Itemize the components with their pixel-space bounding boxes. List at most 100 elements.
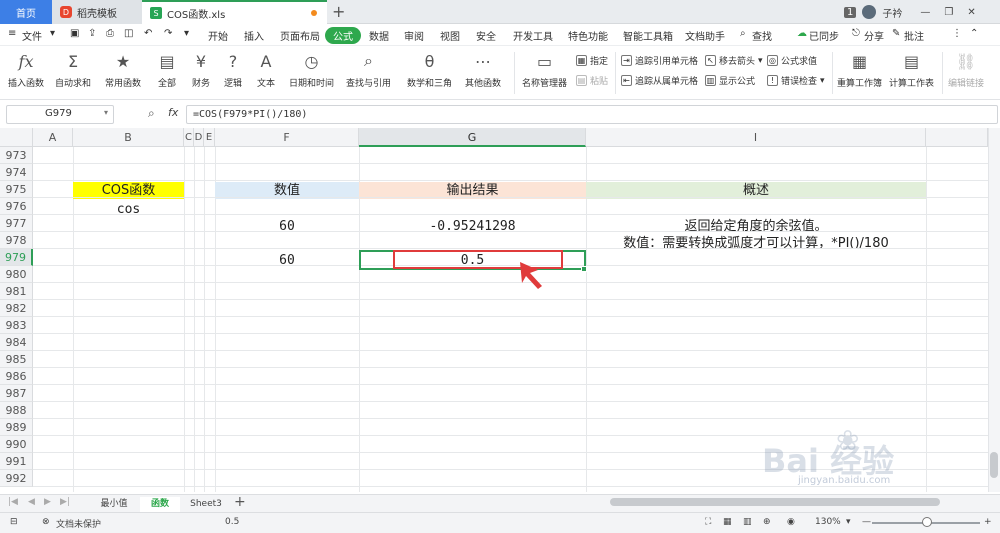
menu-view[interactable]: 视图	[440, 28, 460, 43]
row-header-980[interactable]: 980	[0, 266, 33, 283]
menu-insert[interactable]: 插入	[244, 28, 264, 43]
menu-page-layout[interactable]: 页面布局	[280, 28, 320, 43]
lookup-button[interactable]: ⌕ 查找与引用	[346, 50, 391, 89]
edit-links-button[interactable]: ⛓ 编辑链接	[948, 50, 984, 90]
collapse-ribbon-icon[interactable]: ⌃	[970, 28, 978, 39]
page-layout-icon[interactable]: ▥	[743, 517, 752, 527]
restore-icon[interactable]: ❐	[944, 7, 953, 18]
column-header-C[interactable]: C	[184, 128, 194, 147]
window-count-badge[interactable]: 1	[844, 6, 857, 18]
chevron-down-icon[interactable]: ▾	[104, 108, 108, 117]
avatar[interactable]	[862, 5, 877, 19]
row-header-985[interactable]: 985	[0, 351, 33, 368]
menu-doc-assistant[interactable]: 文档助手	[685, 28, 725, 43]
math-button[interactable]: θ 数学和三角	[407, 50, 452, 90]
more-icon[interactable]: ▾	[184, 28, 189, 39]
row-header-990[interactable]: 990	[0, 436, 33, 453]
menu-developer[interactable]: 开发工具	[513, 28, 553, 43]
name-manager-button[interactable]: ▭ 名称管理器	[522, 50, 567, 90]
undo-icon[interactable]: ↶	[144, 28, 152, 39]
add-sheet-plus-icon[interactable]: +	[234, 494, 246, 510]
all-functions-button[interactable]: ▤ 全部	[156, 50, 178, 90]
prev-sheet-icon[interactable]: ◀	[28, 497, 35, 507]
other-functions-button[interactable]: ⋯ 其他函数	[465, 50, 501, 90]
chevron-down-icon[interactable]: ▾	[50, 28, 55, 39]
menu-find[interactable]: 查找	[752, 28, 772, 43]
search-icon[interactable]: ⌕	[740, 28, 746, 39]
fullscreen-icon[interactable]: ⛶	[705, 517, 711, 527]
zoom-in-icon[interactable]: +	[984, 517, 992, 527]
paste-name-button[interactable]: ▤ 粘贴	[576, 74, 608, 87]
next-sheet-icon[interactable]: ▶	[44, 497, 51, 507]
sheet-tab-min[interactable]: 最小值	[90, 497, 138, 512]
chevron-down-icon[interactable]: ▾	[846, 517, 851, 527]
document-protection-status[interactable]: 文档未保护	[56, 517, 101, 530]
more-options-icon[interactable]: ⋮	[952, 28, 962, 39]
row-header-982[interactable]: 982	[0, 300, 33, 317]
cell-I977[interactable]: 返回给定角度的余弦值。	[586, 218, 926, 235]
close-icon[interactable]: ✕	[967, 7, 975, 18]
normal-view-icon[interactable]: ▦	[723, 517, 732, 527]
first-sheet-icon[interactable]: |◀	[8, 497, 18, 507]
show-formula-button[interactable]: ▥ 显示公式	[705, 74, 755, 87]
remove-arrows-button[interactable]: ↖ 移去箭头 ▾	[705, 54, 763, 67]
row-header-986[interactable]: 986	[0, 368, 33, 385]
print-icon[interactable]: ⎙	[106, 28, 114, 39]
row-header-981[interactable]: 981	[0, 283, 33, 300]
cell-G977[interactable]: -0.95241298	[359, 218, 586, 235]
sync-status[interactable]: 已同步	[809, 28, 839, 43]
row-header-988[interactable]: 988	[0, 402, 33, 419]
hamburger-icon[interactable]: ≡	[8, 28, 16, 39]
menu-special[interactable]: 特色功能	[568, 28, 608, 43]
column-header-E[interactable]: E	[204, 128, 215, 147]
insert-function-button[interactable]: fx 插入函数	[8, 50, 44, 90]
comment-icon[interactable]: ✎	[892, 28, 900, 39]
row-header-977[interactable]: 977	[0, 215, 33, 232]
row-header-978[interactable]: 978	[0, 232, 33, 249]
text-button[interactable]: A 文本	[255, 50, 277, 90]
fx-icon[interactable]: fx	[168, 106, 178, 119]
trace-dependents-button[interactable]: ⇤ 追踪从属单元格	[621, 74, 698, 87]
user-name[interactable]: 子衿	[882, 5, 902, 20]
row-header-976[interactable]: 976	[0, 198, 33, 215]
row-header-979[interactable]: 979	[0, 249, 33, 266]
cloud-sync-icon[interactable]: ☁	[797, 28, 807, 39]
tab-daoke-template[interactable]: D 稻壳模板	[52, 0, 142, 24]
zoom-out-icon[interactable]: —	[862, 517, 871, 527]
annotate-button[interactable]: 批注	[904, 28, 924, 43]
cell-F977[interactable]: 60	[215, 218, 359, 235]
autosum-button[interactable]: Σ 自动求和	[55, 50, 91, 90]
row-header-973[interactable]: 973	[0, 147, 33, 164]
select-all-corner[interactable]	[0, 128, 33, 147]
recalc-workbook-button[interactable]: ▦ 重算工作簿	[837, 50, 882, 90]
menu-smart-toolbox[interactable]: 智能工具箱	[623, 28, 673, 43]
row-header-989[interactable]: 989	[0, 419, 33, 436]
column-header-D[interactable]: D	[194, 128, 204, 147]
logic-button[interactable]: ? 逻辑	[222, 50, 244, 90]
export-icon[interactable]: ⇪	[88, 28, 96, 39]
share-button[interactable]: 分享	[864, 28, 884, 43]
protection-icon[interactable]: ⊗	[42, 517, 50, 527]
cell-F979[interactable]: 60	[215, 252, 359, 269]
menu-formula[interactable]: 公式	[325, 27, 361, 44]
column-header-B[interactable]: B	[73, 128, 184, 147]
column-header-G[interactable]: G	[359, 128, 586, 147]
zoom-slider-knob[interactable]	[922, 517, 932, 527]
sheet-tab-function[interactable]: 函数	[140, 497, 180, 512]
menu-security[interactable]: 安全	[476, 28, 496, 43]
sheet-tab-sheet3[interactable]: Sheet3	[182, 497, 230, 512]
column-header-I[interactable]: I	[586, 128, 926, 147]
error-check-button[interactable]: ! 错误检查 ▾	[767, 74, 825, 87]
row-header-991[interactable]: 991	[0, 453, 33, 470]
page-break-icon[interactable]: ⊕	[763, 517, 771, 527]
save-icon[interactable]: ▣	[70, 28, 79, 39]
calc-sheet-button[interactable]: ▤ 计算工作表	[889, 50, 934, 90]
horizontal-scroll-thumb[interactable]	[610, 498, 940, 506]
tab-cos-file[interactable]: S COS函数.xls	[142, 0, 327, 24]
menu-review[interactable]: 审阅	[404, 28, 424, 43]
column-header-F[interactable]: F	[215, 128, 359, 147]
menu-home[interactable]: 开始	[208, 28, 228, 43]
row-header-983[interactable]: 983	[0, 317, 33, 334]
menu-file[interactable]: 文件	[22, 28, 42, 43]
row-header-984[interactable]: 984	[0, 334, 33, 351]
